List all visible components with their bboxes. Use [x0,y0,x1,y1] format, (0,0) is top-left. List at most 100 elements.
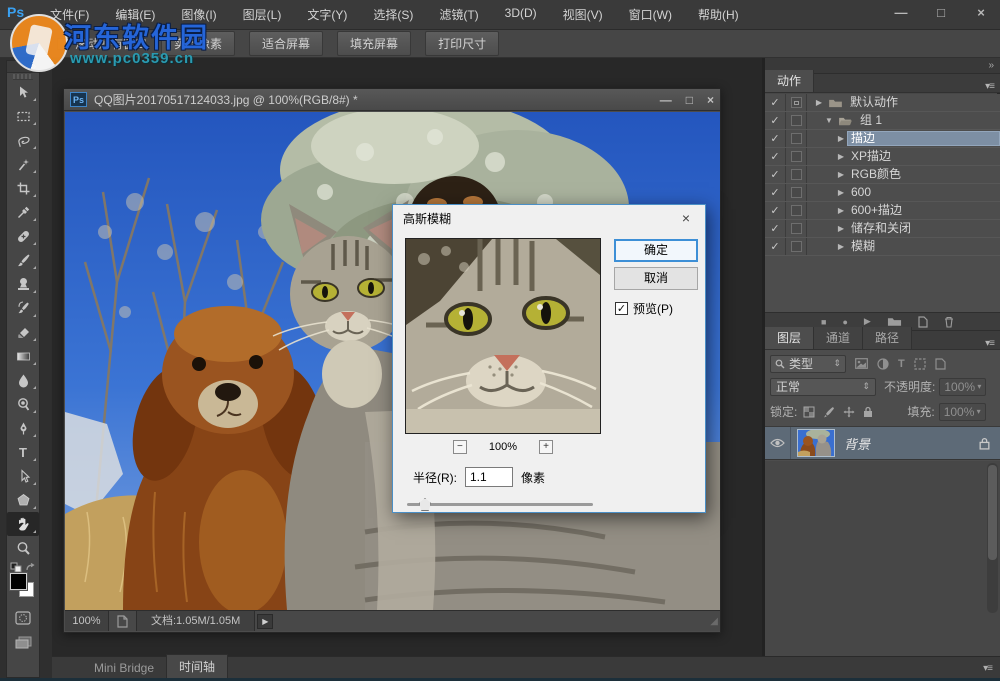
zoom-out-button[interactable]: − [453,440,467,454]
radius-input[interactable] [465,467,513,487]
expand-arrow-icon[interactable]: ▶ [835,206,847,215]
dodge-tool[interactable] [7,392,39,416]
filter-pixel-layer-icon[interactable] [855,358,868,369]
action-modal-toggle[interactable] [786,94,807,111]
screen-mode-button[interactable] [7,630,39,654]
filter-shape-icon[interactable] [914,358,926,370]
dialog-close-icon[interactable]: × [677,210,695,226]
minimize-icon[interactable]: — [890,5,912,20]
expand-arrow-icon[interactable]: ▶ [835,170,847,179]
marquee-tool[interactable] [7,104,39,128]
lock-transparency-icon[interactable] [803,406,815,418]
dialog-title-bar[interactable]: 高斯模糊 × [393,205,705,231]
expand-arrow-icon[interactable]: ▶ [835,188,847,197]
shape-tool[interactable] [7,488,39,512]
stop-icon[interactable]: ■ [821,317,826,327]
move-tool[interactable] [7,80,39,104]
layer-visibility-cell[interactable] [765,427,791,459]
opacity-value-box[interactable]: 100% ▾ [939,378,986,396]
action-row-xp-stroke[interactable]: ✓ ▶ XP描边 [765,148,1000,166]
zoom-in-button[interactable]: + [539,440,553,454]
doc-close-icon[interactable]: × [707,93,714,107]
menu-3d[interactable]: 3D(D) [505,6,537,23]
action-row-600[interactable]: ✓ ▶ 600 [765,184,1000,202]
action-modal-toggle[interactable] [786,238,807,255]
action-check-icon[interactable]: ✓ [765,166,786,183]
layers-panel-menu-icon[interactable]: ▾≡ [985,338,994,349]
tab-timeline[interactable]: 时间轴 [166,654,228,678]
doc-maximize-icon[interactable]: □ [686,93,693,107]
tab-paths[interactable]: 路径 [863,327,912,349]
path-selection-tool[interactable] [7,464,39,488]
action-row-default-actions[interactable]: ✓ ▶ 默认动作 [765,94,1000,112]
menu-image[interactable]: 图像(I) [181,6,216,23]
resize-grip-icon[interactable]: ◢ [710,616,718,627]
tab-channels[interactable]: 通道 [814,327,863,349]
new-set-folder-icon[interactable] [887,316,902,327]
actions-panel-menu-icon[interactable]: ▾≡ [985,81,994,92]
menu-help[interactable]: 帮助(H) [698,6,739,23]
tab-mini-bridge[interactable]: Mini Bridge [82,658,166,678]
delete-trash-icon[interactable] [944,316,954,328]
lock-pixels-icon[interactable] [823,406,835,418]
expand-arrow-icon[interactable]: ▶ [835,224,847,233]
tab-actions[interactable]: 动作 [765,70,814,92]
crop-tool[interactable] [7,176,39,200]
cancel-button[interactable]: 取消 [614,267,698,290]
action-label[interactable]: 模糊 [847,239,1000,254]
action-check-icon[interactable]: ✓ [765,220,786,237]
action-row-600-stroke[interactable]: ✓ ▶ 600+描边 [765,202,1000,220]
action-label[interactable]: 组 1 [856,113,1000,128]
preview-checkbox[interactable]: ✓ [615,302,628,315]
menu-edit[interactable]: 编辑(E) [115,6,155,23]
expand-arrow-icon[interactable]: ▶ [813,98,825,107]
action-label[interactable]: 储存和关闭 [847,221,1000,236]
layers-scrollbar[interactable] [987,463,998,613]
lasso-tool[interactable] [7,128,39,152]
play-icon[interactable]: ▶ [864,316,871,327]
document-title-bar[interactable]: Ps QQ图片20170517124033.jpg @ 100%(RGB/8#)… [64,89,720,111]
menu-select[interactable]: 选择(S) [373,6,413,23]
action-check-icon[interactable]: ✓ [765,112,786,129]
menu-type[interactable]: 文字(Y) [307,6,347,23]
action-modal-toggle[interactable] [786,220,807,237]
pen-tool[interactable] [7,416,39,440]
lock-position-icon[interactable] [843,406,855,418]
dialog-preview-image[interactable] [405,238,601,434]
print-size-button[interactable]: 打印尺寸 [425,31,499,56]
action-check-icon[interactable]: ✓ [765,202,786,219]
action-modal-toggle[interactable] [786,202,807,219]
action-row-save-close[interactable]: ✓ ▶ 储存和关闭 [765,220,1000,238]
action-modal-toggle[interactable] [786,130,807,147]
menu-window[interactable]: 窗口(W) [629,6,672,23]
fill-value-box[interactable]: 100% ▾ [939,403,986,421]
action-check-icon[interactable]: ✓ [765,130,786,147]
action-check-icon[interactable]: ✓ [765,94,786,111]
status-zoom-level[interactable]: 100% [65,611,109,631]
expand-arrow-icon[interactable]: ▶ [835,152,847,161]
quick-mask-button[interactable] [7,606,39,630]
menu-layer[interactable]: 图层(L) [243,6,282,23]
blend-mode-dropdown[interactable]: 正常 ⇕ [770,378,876,396]
record-icon[interactable]: ● [842,317,847,327]
filter-smart-object-icon[interactable] [935,358,946,370]
action-modal-toggle[interactable] [786,112,807,129]
blur-tool[interactable] [7,368,39,392]
doc-minimize-icon[interactable]: — [660,93,672,107]
zoom-tool[interactable] [7,536,39,560]
fit-screen-button[interactable]: 适合屏幕 [249,31,323,56]
expand-arrow-icon[interactable]: ▶ [835,242,847,251]
status-menu-arrow[interactable]: ▶ [257,614,273,629]
filter-type-text-icon[interactable]: T [898,358,905,370]
filter-adjustment-icon[interactable] [877,358,889,370]
action-label[interactable]: 600+描边 [847,203,1000,218]
tab-layers[interactable]: 图层 [765,327,814,349]
action-modal-toggle[interactable] [786,166,807,183]
action-check-icon[interactable]: ✓ [765,148,786,165]
action-modal-toggle[interactable] [786,184,807,201]
radius-slider[interactable] [407,498,593,510]
action-label[interactable]: 600 [847,185,1000,200]
menu-filter[interactable]: 滤镜(T) [439,6,478,23]
clone-stamp-tool[interactable] [7,272,39,296]
menu-view[interactable]: 视图(V) [563,6,603,23]
